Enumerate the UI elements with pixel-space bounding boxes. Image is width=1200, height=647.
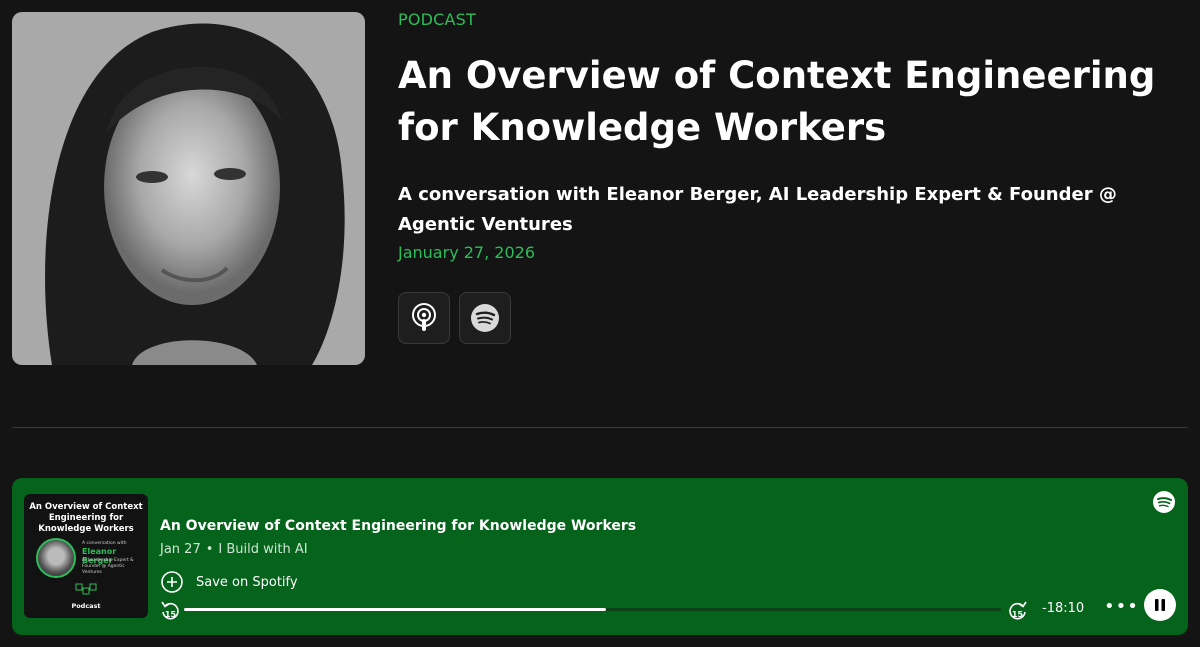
content-type-label: PODCAST <box>398 10 477 29</box>
player-episode-title[interactable]: An Overview of Context Engineering for K… <box>160 518 636 534</box>
apple-podcasts-link[interactable] <box>398 292 450 344</box>
spotify-logo-link[interactable] <box>1152 490 1176 518</box>
pause-button[interactable] <box>1144 589 1176 621</box>
spotify-icon <box>471 304 499 332</box>
apple-podcasts-icon <box>412 303 436 331</box>
skip-forward-seconds: 15 <box>1012 610 1024 619</box>
meta-separator: • <box>205 542 214 557</box>
thumbnail-title: An Overview of Context Engineering for K… <box>29 502 143 534</box>
playback-controls: 15 15 -18:10 ••• <box>160 589 1180 625</box>
thumbnail-guest-role: AI Leadership Expert & Founder @ Agentic… <box>82 558 134 575</box>
spotify-embed-player: An Overview of Context Engineering for K… <box>12 478 1188 635</box>
page-title: An Overview of Context Engineering for K… <box>398 54 1156 149</box>
add-circle-icon <box>161 571 183 593</box>
skip-forward-15-icon: 15 <box>1009 601 1027 620</box>
save-label: Save on Spotify <box>196 574 298 590</box>
guest-portrait <box>12 12 365 365</box>
spotify-logo-icon <box>1153 491 1175 513</box>
episode-subtitle: A conversation with Eleanor Berger, AI L… <box>398 184 1117 235</box>
progress-bar[interactable] <box>184 608 1001 611</box>
podcast-logo-icon <box>75 583 97 595</box>
more-options-button[interactable]: ••• <box>1104 596 1139 617</box>
publish-date: January 27, 2026 <box>398 243 535 262</box>
skip-back-button[interactable]: 15 <box>160 599 180 625</box>
skip-back-15-icon: 15 <box>161 601 179 620</box>
thumbnail-podcast-label: Podcast <box>71 602 101 610</box>
remaining-time: -18:10 <box>1042 601 1085 616</box>
episode-cover-photo <box>12 12 365 365</box>
player-episode-date: Jan 27 <box>160 542 201 557</box>
pause-icon <box>1155 599 1165 611</box>
podcast-page: PODCAST An Overview of Context Engineeri… <box>0 0 1200 647</box>
section-divider <box>12 427 1188 428</box>
progress-fill <box>184 608 607 611</box>
skip-forward-button[interactable]: 15 <box>1008 599 1028 625</box>
spotify-link[interactable] <box>459 292 511 344</box>
skip-back-seconds: 15 <box>165 610 177 619</box>
save-on-spotify-button[interactable]: Save on Spotify <box>160 570 298 594</box>
platform-links <box>398 292 511 344</box>
player-episode-meta: Jan 27 • I Build with AI <box>160 542 308 557</box>
thumbnail-guest-avatar <box>36 538 76 578</box>
thumbnail-conversation-label: A conversation with <box>82 541 127 546</box>
player-show-name[interactable]: I Build with AI <box>218 542 307 557</box>
episode-thumbnail[interactable]: An Overview of Context Engineering for K… <box>24 494 148 618</box>
